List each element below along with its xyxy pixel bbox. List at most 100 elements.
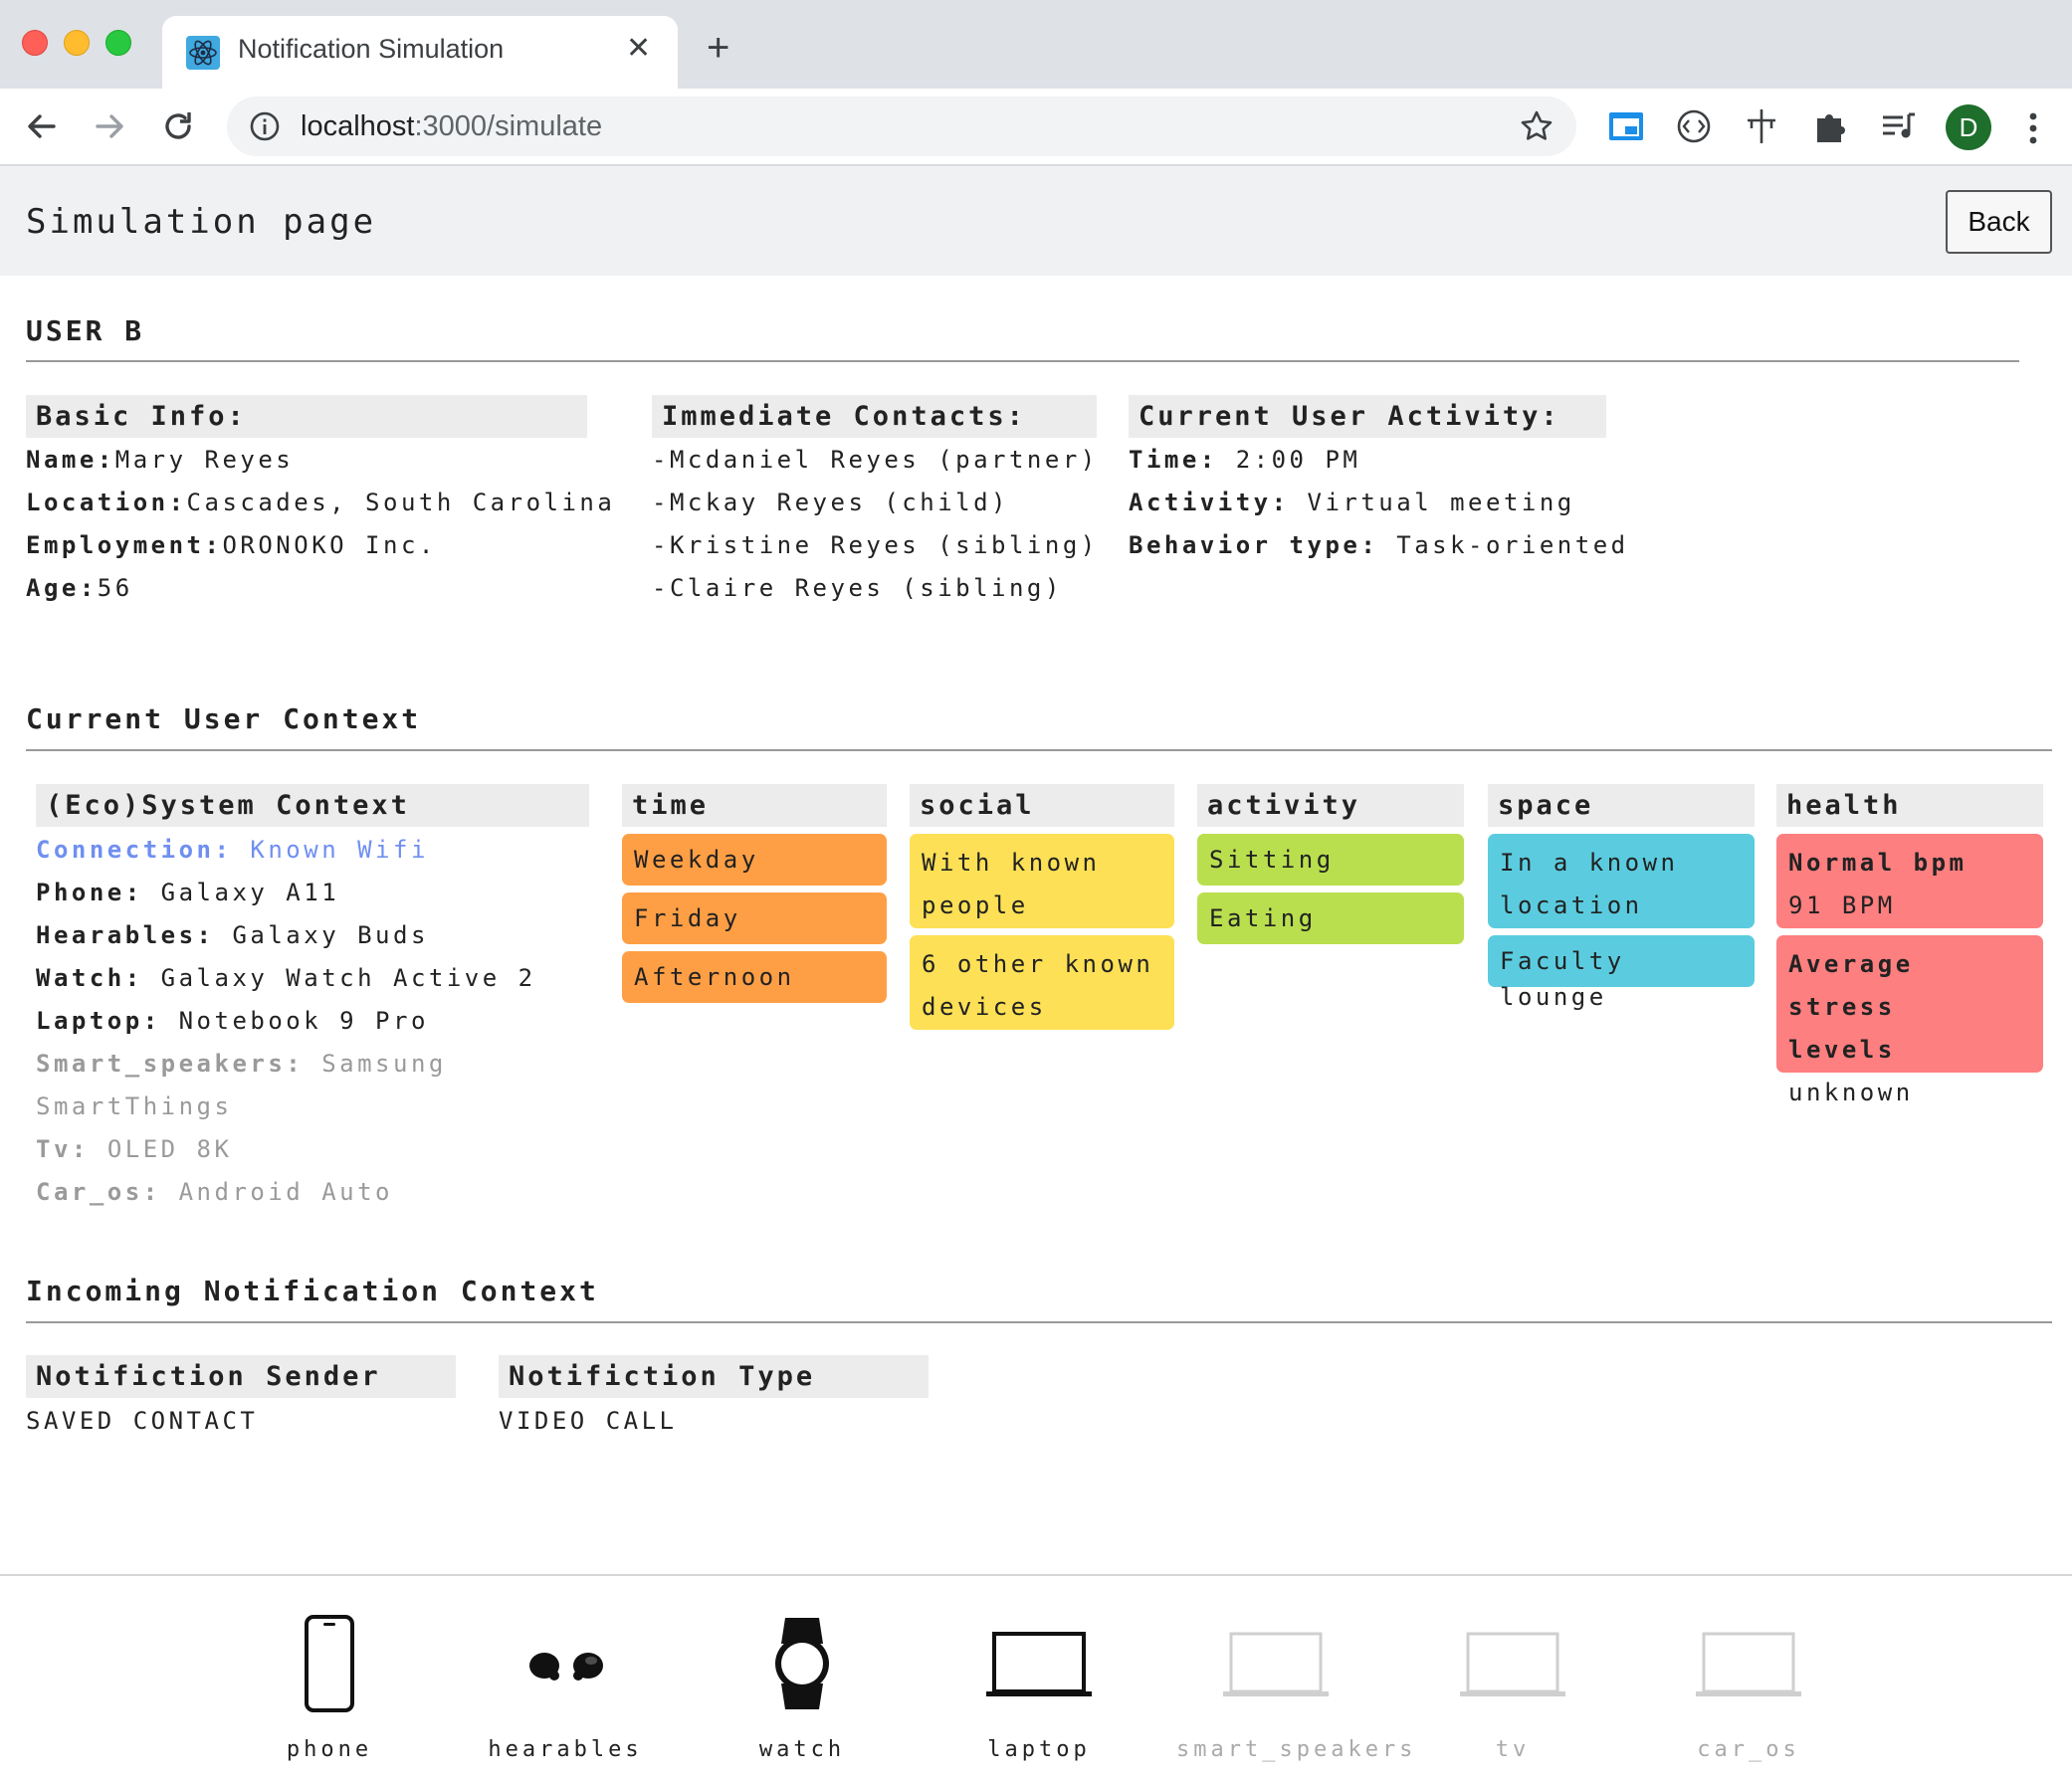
extensions-puzzle-icon[interactable] [1809, 106, 1849, 146]
device-hearables[interactable]: hearables [466, 1614, 665, 1762]
basic-info-title: Basic Info: [26, 395, 587, 438]
activity-value: Virtual meeting [1307, 489, 1575, 516]
smart-speakers-row-cont: SmartThings [36, 1092, 233, 1120]
laptop-value: Notebook 9 Pro [178, 1007, 429, 1035]
page-title: Simulation page [26, 202, 377, 242]
health-chip: Normal bpm 91 BPM [1776, 834, 2043, 928]
close-window-button[interactable] [22, 30, 48, 56]
health-chip-line: 91 BPM [1788, 891, 1896, 919]
tab-title: Notification Simulation [238, 34, 505, 64]
location-row: Location:Cascades, South Carolina [26, 489, 615, 516]
device-label: laptop [987, 1737, 1091, 1762]
space-chip-line: In a known [1500, 849, 1679, 877]
age-value: 56 [97, 574, 133, 602]
device-label: car_os [1697, 1737, 1800, 1762]
activity-label: Activity: [1129, 489, 1290, 516]
crosshair-extension-icon[interactable] [1742, 106, 1781, 146]
health-chip-line: unknown [1788, 1079, 1914, 1106]
phone-value: Galaxy A11 [160, 879, 340, 906]
notification-type-title: Notifiction Type [499, 1355, 929, 1398]
notification-type-value: VIDEO CALL [499, 1407, 678, 1435]
social-column-title: social [910, 784, 1174, 827]
back-button[interactable]: Back [1946, 190, 2052, 254]
behavior-value: Task-oriented [1396, 531, 1629, 559]
device-car-os[interactable]: car_os [1649, 1614, 1848, 1762]
car-os-row: Car_os: Android Auto [36, 1178, 393, 1206]
smart-speakers-label: Smart_speakers: [36, 1050, 305, 1078]
social-chip: 6 other known devices [910, 935, 1174, 1030]
time-chip: Weekday [622, 834, 887, 886]
watch-label: Watch: [36, 964, 143, 992]
car-os-value: Android Auto [178, 1178, 393, 1206]
current-activity-title: Current User Activity: [1129, 395, 1606, 438]
device-label: tv [1495, 1737, 1531, 1762]
hearables-row: Hearables: Galaxy Buds [36, 921, 429, 949]
activity-row: Activity: Virtual meeting [1129, 489, 1575, 516]
url-text[interactable]: localhost:3000/simulate [301, 110, 602, 143]
info-icon[interactable] [249, 110, 281, 142]
connection-row: Connection: Known Wifi [36, 836, 429, 864]
location-label: Location: [26, 489, 187, 516]
device-label: smart_speakers [1176, 1737, 1417, 1762]
notification-heading: Incoming Notification Context [26, 1275, 599, 1307]
health-chip-line: levels [1788, 1036, 1896, 1064]
laptop-icon [1223, 1632, 1329, 1696]
divider [26, 749, 2052, 751]
social-chip-line: devices [922, 993, 1047, 1021]
space-chip-line: location [1500, 891, 1643, 919]
bookmark-star-icon[interactable] [1519, 108, 1554, 144]
contact-item: -Claire Reyes (sibling) [652, 574, 1063, 602]
time-chip: Afternoon [622, 951, 887, 1003]
browser-tab-bar: Notification Simulation ✕ + [0, 0, 2072, 89]
reload-icon[interactable] [156, 104, 200, 148]
car-os-label: Car_os: [36, 1178, 161, 1206]
tab-close-icon[interactable]: ✕ [626, 34, 651, 64]
hearables-value: Galaxy Buds [232, 921, 429, 949]
tv-value: OLED 8K [106, 1135, 233, 1163]
device-laptop[interactable]: laptop [939, 1614, 1139, 1762]
activity-chip: Sitting [1197, 834, 1464, 886]
location-value: Cascades, South Carolina [186, 489, 616, 516]
laptop-icon [986, 1632, 1092, 1696]
time-value: 2:00 PM [1235, 446, 1361, 474]
device-smart-speakers[interactable]: smart_speakers [1176, 1614, 1417, 1762]
tv-row: Tv: OLED 8K [36, 1135, 232, 1163]
health-chip-line: Normal bpm [1788, 849, 1968, 877]
watch-row: Watch: Galaxy Watch Active 2 [36, 964, 536, 992]
time-chip: Friday [622, 892, 887, 944]
device-label: watch [758, 1737, 846, 1762]
space-chip: Faculty lounge [1488, 935, 1755, 1011]
new-tab-button[interactable]: + [707, 28, 729, 68]
back-arrow-icon[interactable] [20, 104, 64, 148]
device-tv[interactable]: tv [1413, 1614, 1612, 1762]
phone-row: Phone: Galaxy A11 [36, 879, 339, 906]
device-watch[interactable]: watch [703, 1614, 902, 1762]
activity-column-title: activity [1197, 784, 1464, 827]
smart-speakers-value: Samsung [321, 1050, 447, 1078]
name-value: Mary Reyes [114, 446, 295, 474]
address-bar[interactable]: localhost:3000/simulate [227, 97, 1576, 156]
code-extension-icon[interactable] [1674, 106, 1714, 146]
name-row: Name:Mary Reyes [26, 446, 294, 474]
media-queue-icon[interactable] [1879, 106, 1919, 146]
picture-in-picture-extension-icon[interactable] [1606, 106, 1646, 146]
health-column-title: health [1776, 784, 2043, 827]
space-column-title: space [1488, 784, 1755, 827]
browser-menu-icon[interactable] [2025, 108, 2041, 148]
connection-label: Connection: [36, 836, 233, 864]
maximize-window-button[interactable] [105, 30, 131, 56]
divider [26, 1321, 2052, 1323]
employment-value: ORONOKO Inc. [222, 531, 437, 559]
forward-arrow-icon[interactable] [88, 104, 131, 148]
employment-label: Employment: [26, 531, 223, 559]
minimize-window-button[interactable] [64, 30, 90, 56]
user-heading: USER B [26, 314, 145, 347]
phone-label: Phone: [36, 879, 143, 906]
tv-label: Tv: [36, 1135, 90, 1163]
social-chip-line: 6 other known [922, 950, 1154, 978]
profile-avatar[interactable]: D [1946, 104, 1991, 150]
browser-tab[interactable]: Notification Simulation ✕ [162, 16, 678, 89]
connection-value: Known Wifi [250, 836, 429, 864]
device-label: hearables [488, 1737, 643, 1762]
device-phone[interactable]: phone [230, 1614, 429, 1762]
